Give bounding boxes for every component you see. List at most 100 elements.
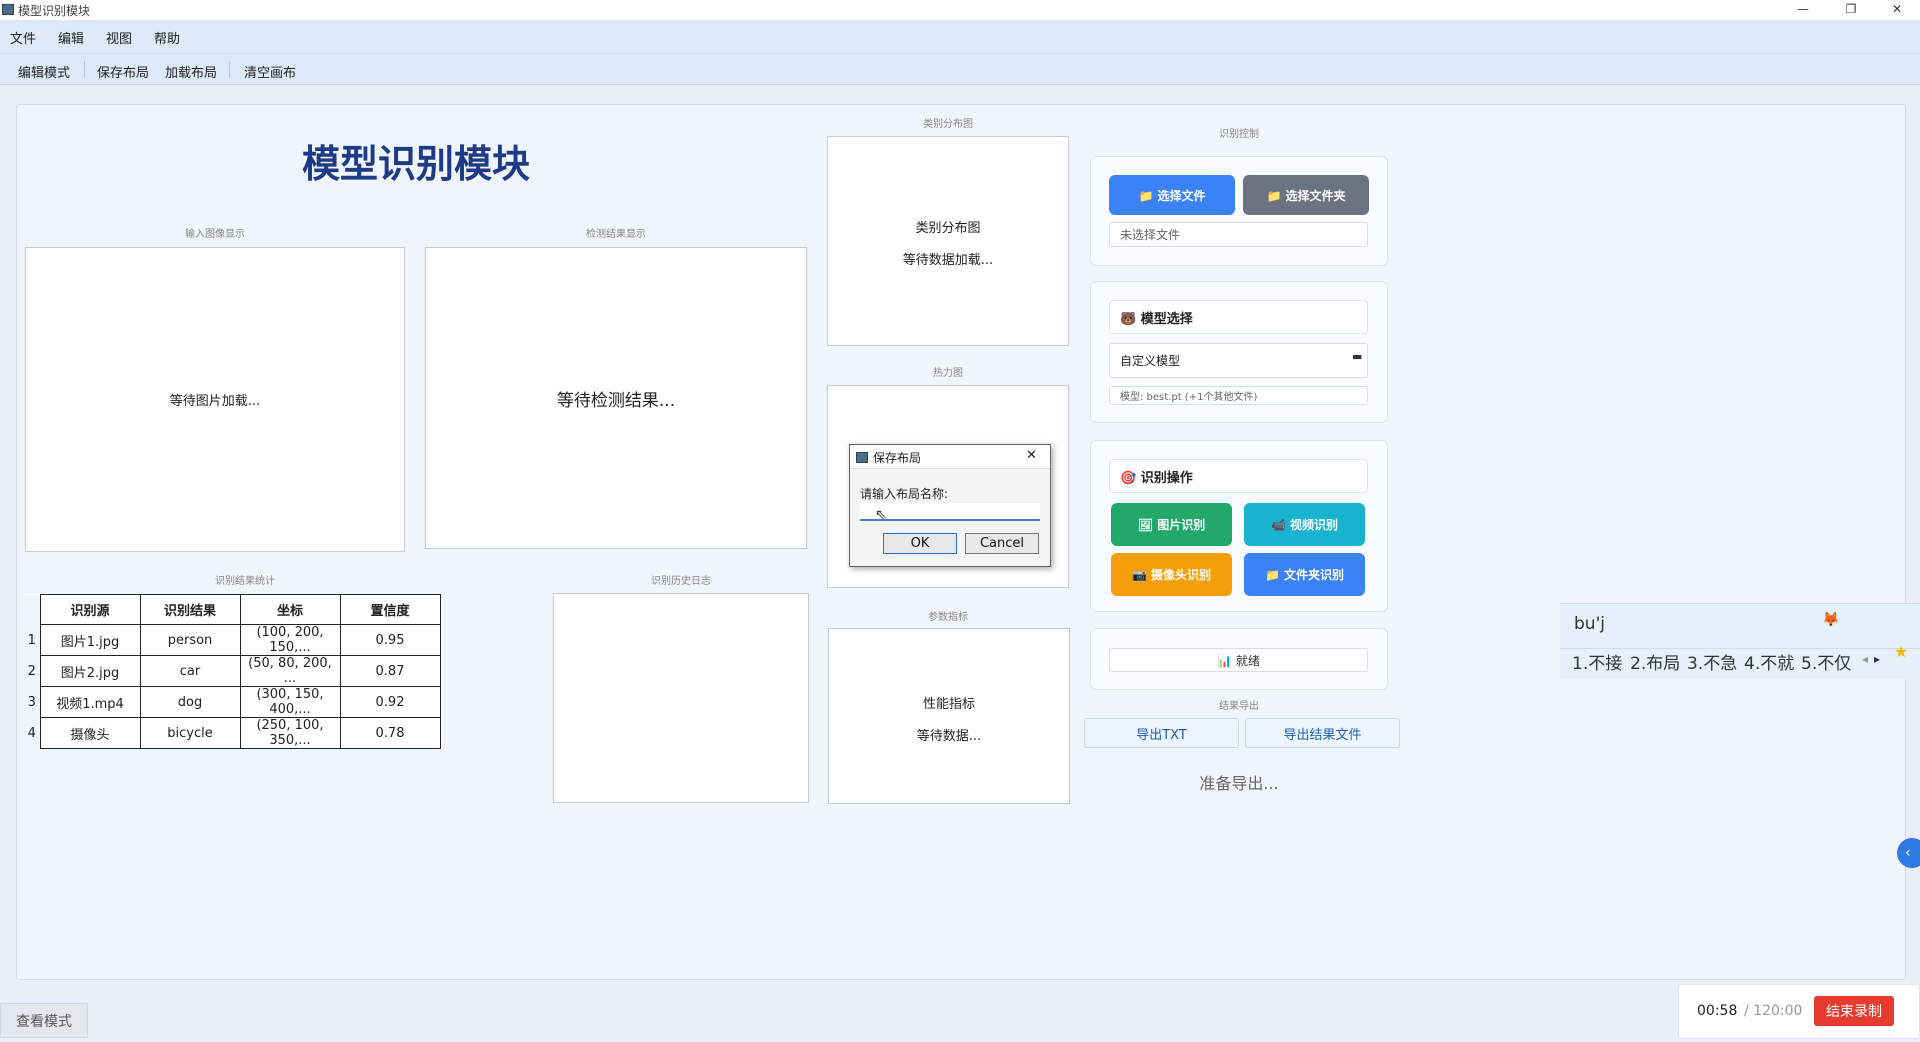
cell-source[interactable]: 图片1.jpg bbox=[39, 624, 141, 656]
ime-candidate[interactable]: 4.不就 bbox=[1744, 649, 1794, 674]
folder-recognition-button[interactable]: 📁 文件夹识别 bbox=[1244, 553, 1365, 596]
view-mode-button[interactable]: 查看模式 bbox=[0, 1003, 88, 1038]
ime-page-prev-icon[interactable]: ◂ bbox=[1862, 652, 1868, 666]
export-caption: 结果导出 bbox=[1219, 701, 1259, 712]
ime-composition: bu'j bbox=[1574, 614, 1605, 634]
ok-button[interactable]: OK bbox=[883, 533, 957, 554]
status-field: 📊 就绪 bbox=[1109, 648, 1368, 672]
side-collapse-handle-icon[interactable]: ‹ bbox=[1897, 838, 1920, 868]
cell-result[interactable]: dog bbox=[139, 686, 241, 718]
table-row[interactable]: 4 摄像头 bicycle (250, 100, 350,... 0.78 bbox=[24, 717, 441, 749]
model-header: 🐻 模型选择 bbox=[1109, 300, 1368, 334]
restore-button[interactable]: ❐ bbox=[1828, 0, 1874, 20]
load-layout-button[interactable]: 加载布局 bbox=[165, 62, 217, 81]
input-image-caption: 输入图像显示 bbox=[185, 229, 245, 240]
class-dist-placeholder: 等待数据加载... bbox=[902, 253, 994, 268]
menu-bar: 文件 编辑 视图 帮助 bbox=[0, 20, 1920, 53]
stop-recording-button[interactable]: 结束录制 bbox=[1814, 996, 1894, 1026]
control-caption: 识别控制 bbox=[1219, 129, 1259, 140]
cell-result[interactable]: person bbox=[139, 624, 241, 656]
column-header[interactable]: 置信度 bbox=[339, 594, 441, 625]
save-layout-button[interactable]: 保存布局 bbox=[97, 62, 149, 81]
camera-recognition-button[interactable]: 📷 摄像头识别 bbox=[1111, 553, 1232, 596]
save-layout-dialog: 保存布局 ✕ 请输入布局名称: ⇖ OK Cancel bbox=[849, 444, 1051, 567]
ops-header: 🎯 识别操作 bbox=[1109, 459, 1368, 493]
table-row[interactable]: 3 视频1.mp4 dog (300, 150, 400,... 0.92 bbox=[24, 686, 441, 718]
table-corner bbox=[24, 594, 40, 625]
dropdown-icon: ▬ bbox=[1352, 350, 1363, 363]
cell-confidence[interactable]: 0.95 bbox=[339, 624, 441, 656]
ime-candidate[interactable]: 3.不急 bbox=[1687, 649, 1737, 674]
cell-coords[interactable]: (100, 200, 150,... bbox=[239, 624, 341, 656]
model-select-value: 自定义模型 bbox=[1120, 354, 1181, 368]
record-time-elapsed: 00:58 bbox=[1697, 1003, 1738, 1019]
cell-confidence[interactable]: 0.78 bbox=[339, 717, 441, 749]
cell-source[interactable]: 视频1.mp4 bbox=[39, 686, 141, 718]
status-bar bbox=[0, 1003, 1920, 1042]
heatmap-caption: 热力图 bbox=[933, 368, 963, 379]
results-table: 识别源 识别结果 坐标 置信度 1 图片1.jpg person (100, 2… bbox=[24, 594, 441, 749]
menu-edit[interactable]: 编辑 bbox=[58, 28, 84, 47]
table-row[interactable]: 1 图片1.jpg person (100, 200, 150,... 0.95 bbox=[24, 624, 441, 656]
ime-page-next-icon[interactable]: ▸ bbox=[1874, 652, 1880, 666]
class-dist-caption: 类别分布图 bbox=[923, 119, 973, 130]
class-dist-title: 类别分布图 bbox=[915, 221, 981, 236]
cancel-button[interactable]: Cancel bbox=[965, 533, 1039, 554]
column-header[interactable]: 识别结果 bbox=[139, 594, 241, 625]
close-button[interactable]: ✕ bbox=[1874, 0, 1920, 20]
row-number: 2 bbox=[24, 655, 40, 687]
menu-file[interactable]: 文件 bbox=[10, 28, 36, 47]
history-caption: 识别历史日志 bbox=[651, 576, 711, 587]
cell-coords[interactable]: (250, 100, 350,... bbox=[239, 717, 341, 749]
column-header[interactable]: 识别源 bbox=[39, 594, 141, 625]
export-txt-button[interactable]: 导出TXT bbox=[1084, 718, 1239, 748]
file-status-field: 未选择文件 bbox=[1109, 222, 1368, 247]
cell-result[interactable]: bicycle bbox=[139, 717, 241, 749]
cell-source[interactable]: 图片2.jpg bbox=[39, 655, 141, 687]
edit-mode-button[interactable]: 编辑模式 bbox=[18, 62, 70, 81]
model-info-field: 模型: best.pt (+1个其他文件) bbox=[1109, 386, 1368, 405]
cell-confidence[interactable]: 0.87 bbox=[339, 655, 441, 687]
record-time-total: / 120:00 bbox=[1744, 1003, 1803, 1019]
history-log-panel[interactable] bbox=[553, 593, 809, 803]
menu-view[interactable]: 视图 bbox=[106, 28, 132, 47]
ime-star-icon[interactable]: ★ bbox=[1894, 642, 1908, 661]
dialog-title: 保存布局 bbox=[873, 451, 922, 465]
recording-panel: 00:58 / 120:00 结束录制 bbox=[1678, 984, 1920, 1039]
metrics-panel: 性能指标 等待数据... bbox=[828, 628, 1070, 804]
row-number: 4 bbox=[24, 717, 40, 749]
row-number: 1 bbox=[24, 624, 40, 656]
select-file-button[interactable]: 📁 选择文件 bbox=[1109, 175, 1235, 215]
column-header[interactable]: 坐标 bbox=[239, 594, 341, 625]
input-image-panel: 等待图片加载... bbox=[25, 247, 405, 552]
row-number: 3 bbox=[24, 686, 40, 718]
export-status: 准备导出... bbox=[1199, 774, 1279, 793]
cell-source[interactable]: 摄像头 bbox=[39, 717, 141, 749]
dialog-prompt: 请输入布局名称: bbox=[860, 487, 949, 501]
cell-coords[interactable]: (300, 150, 400,... bbox=[239, 686, 341, 718]
class-dist-panel: 类别分布图 等待数据加载... bbox=[827, 136, 1069, 346]
minimize-button[interactable]: — bbox=[1780, 0, 1826, 20]
cell-result[interactable]: car bbox=[139, 655, 241, 687]
detection-result-placeholder: 等待检测结果... bbox=[556, 390, 676, 411]
cell-coords[interactable]: (50, 80, 200, ... bbox=[239, 655, 341, 687]
clear-canvas-button[interactable]: 清空画布 bbox=[244, 62, 296, 81]
video-recognition-button[interactable]: 📹 视频识别 bbox=[1244, 503, 1365, 546]
ime-candidate[interactable]: 1.不接 bbox=[1572, 649, 1622, 674]
ime-candidate[interactable]: 2.布局 bbox=[1630, 649, 1680, 674]
cell-confidence[interactable]: 0.92 bbox=[339, 686, 441, 718]
table-row[interactable]: 2 图片2.jpg car (50, 80, 200, ... 0.87 bbox=[24, 655, 441, 687]
ime-candidate[interactable]: 5.不仅 bbox=[1801, 649, 1851, 674]
detection-result-caption: 检测结果显示 bbox=[586, 229, 646, 240]
export-file-button[interactable]: 导出结果文件 bbox=[1245, 718, 1400, 748]
input-image-placeholder: 等待图片加载... bbox=[169, 394, 261, 409]
select-folder-button[interactable]: 📁 选择文件夹 bbox=[1243, 175, 1369, 215]
ime-logo-icon: 🦊 bbox=[1822, 612, 1840, 628]
metrics-title: 性能指标 bbox=[922, 697, 975, 712]
image-recognition-button[interactable]: 🖼 图片识别 bbox=[1111, 503, 1232, 546]
window-title: 模型识别模块 bbox=[18, 4, 91, 18]
menu-help[interactable]: 帮助 bbox=[154, 28, 180, 47]
layout-name-input[interactable] bbox=[860, 503, 1040, 521]
dialog-close-icon[interactable]: ✕ bbox=[1026, 448, 1037, 463]
model-select[interactable]: 自定义模型 ▬ bbox=[1109, 343, 1368, 378]
